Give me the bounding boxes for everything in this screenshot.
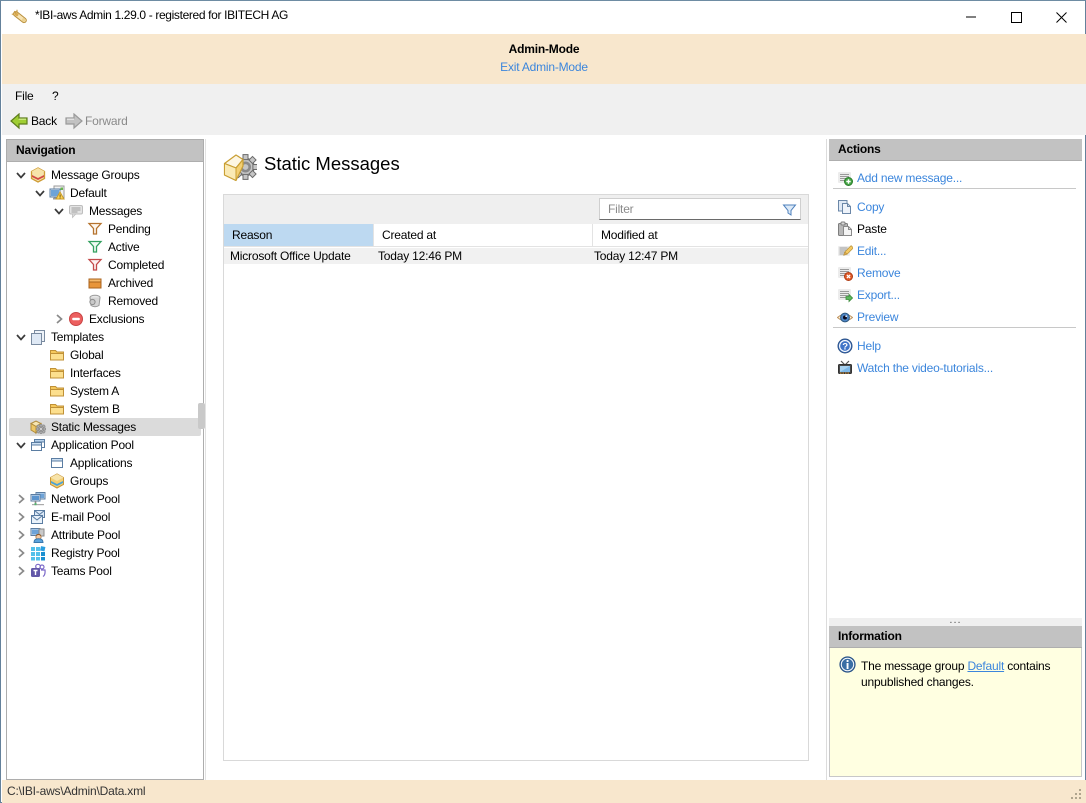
svg-text:?: ?: [842, 341, 848, 352]
